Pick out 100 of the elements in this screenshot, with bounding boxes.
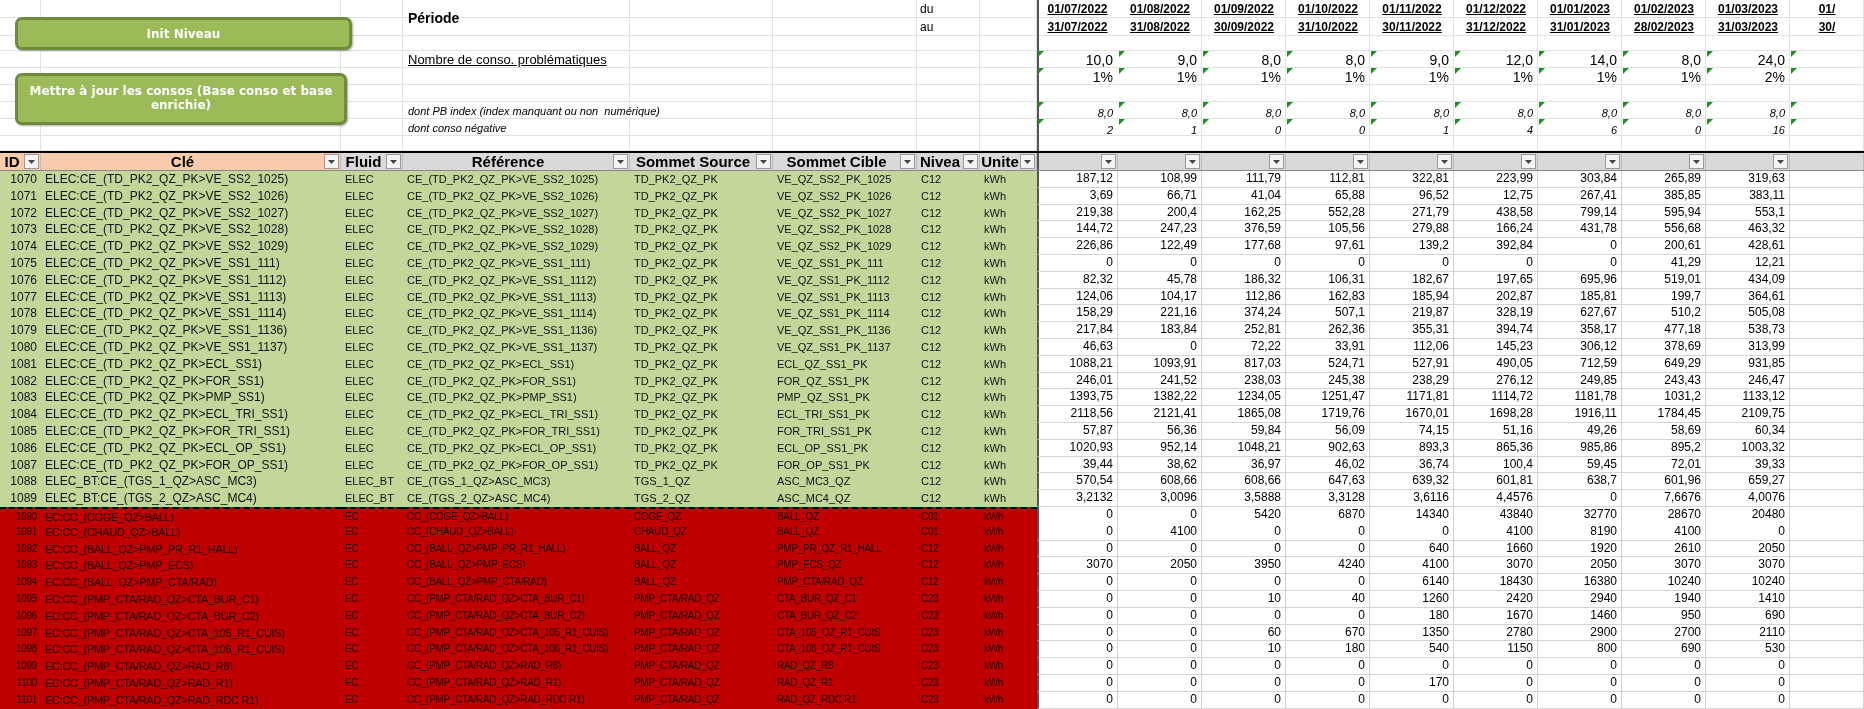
table-cell-text: CTA_BUR_QZ_C1 <box>776 591 858 606</box>
table-cell: 322,81 <box>1370 171 1454 188</box>
filter-dropdown-button[interactable] <box>1605 154 1620 169</box>
filter-dropdown-button[interactable] <box>1437 154 1452 169</box>
table-cell: 2121,41 <box>1118 406 1202 423</box>
table-cell: 252,81 <box>1202 322 1286 339</box>
action-button[interactable]: Init Niveau <box>15 17 352 50</box>
caret-icon <box>1777 159 1784 164</box>
filter-dropdown-button[interactable] <box>756 154 771 169</box>
table-cell: 166,24 <box>1454 221 1538 239</box>
table-cell-text: 1100 <box>15 675 38 690</box>
table-cell-text: ELEC <box>344 272 375 288</box>
table-cell: 0 <box>1202 658 1286 675</box>
table-cell: 262,36 <box>1286 322 1370 339</box>
table-cell-text: kWh <box>983 188 1007 204</box>
table-cell-text: ELEC <box>344 205 375 221</box>
caret-icon <box>617 159 624 164</box>
filter-dropdown-button[interactable] <box>1185 154 1200 169</box>
table-cell-text: RAD_QZ_R8 <box>776 659 835 674</box>
table-cell-text: ELEC:CE_(TD_PK2_QZ_PK>ECL_TRI_SS1) <box>44 406 290 423</box>
table-cell-text: CE_(TGS_2_QZ>ASC_MC4) <box>406 491 552 507</box>
table-cell: 0 <box>1370 658 1454 675</box>
table-cell-text: 1096 <box>14 608 38 623</box>
table-cell: 0 <box>1202 574 1286 591</box>
table-cell-text: kWh <box>983 491 1007 507</box>
table-cell: 265,89 <box>1622 171 1706 188</box>
table-cell-text: C12 <box>920 306 943 322</box>
table-cell-text: kWh <box>983 457 1007 473</box>
caret-icon <box>1189 159 1196 164</box>
table-cell-text: PMP_CTA/RAD_QZ <box>633 692 721 707</box>
table-cell: 3070 <box>1622 557 1706 575</box>
filter-dropdown-button[interactable] <box>1353 154 1368 169</box>
table-cell-text: PMP_CTA/RAD_QZ <box>776 575 864 590</box>
filter-dropdown-button[interactable] <box>963 154 978 169</box>
table-cell-text: VE_QZ_SS2_PK_1026 <box>776 188 893 204</box>
table-cell: 3,2132 <box>1037 490 1118 507</box>
table-cell: 570,54 <box>1037 473 1118 491</box>
table-cell-text: 1079 <box>9 322 38 339</box>
summary-value: 8,0 <box>1432 107 1450 119</box>
table-cell: 3,6116 <box>1370 490 1454 507</box>
table-cell-text: kWh <box>983 172 1007 187</box>
table-cell-text: TD_PK2_QZ_PK <box>633 222 719 238</box>
table-cell: 510,2 <box>1622 305 1706 323</box>
table-cell-text: CC_(BALL_QZ>PMP_CTA/RAD) <box>406 575 548 590</box>
table-cell-text: C23 <box>920 675 940 690</box>
table-cell: 3070 <box>1454 557 1538 575</box>
table-cell: 507,1 <box>1286 305 1370 323</box>
table-cell: 1114,72 <box>1454 389 1538 407</box>
filter-dropdown-button[interactable] <box>1101 154 1116 169</box>
period-start-date: 01/02/2023 <box>1632 2 1696 16</box>
filter-dropdown-button[interactable] <box>1773 154 1788 169</box>
filter-dropdown-button[interactable] <box>1020 154 1035 169</box>
table-cell: 0 <box>1037 658 1118 675</box>
period-start-date: 01/10/2022 <box>1296 2 1360 16</box>
table-cell-text: ELEC:CE_(TD_PK2_QZ_PK>VE_SS2_1028) <box>44 221 290 239</box>
filter-dropdown-button[interactable] <box>24 154 39 169</box>
table-cell-text: VE_QZ_SS2_PK_1027 <box>776 205 893 221</box>
filter-dropdown-button[interactable] <box>1521 154 1536 169</box>
table-cell-text: TD_PK2_QZ_PK <box>633 407 719 423</box>
filter-dropdown-button[interactable] <box>1269 154 1284 169</box>
table-cell-text: kWh <box>983 339 1007 355</box>
filter-dropdown-button[interactable] <box>1689 154 1704 169</box>
summary-label: dont PB index (index manquant ou non numérique) <box>407 104 661 117</box>
summary-value: 8,0 <box>1096 107 1114 119</box>
summary-value: 14,0 <box>1588 52 1618 68</box>
filter-dropdown-button[interactable] <box>613 154 628 169</box>
summary-value: 2% <box>1763 69 1786 85</box>
table-cell-text: C12 <box>920 558 940 573</box>
table-cell-text: TD_PK2_QZ_PK <box>633 457 719 473</box>
table-cell-text: kWh <box>983 390 1007 406</box>
table-cell: 428,61 <box>1706 238 1790 255</box>
caret-icon <box>1609 159 1616 164</box>
table-cell-text: FOR_QZ_SS1_PK <box>776 373 871 389</box>
table-cell-text: CE_(TD_PK2_QZ_PK>VE_SS2_1029) <box>406 239 600 255</box>
table-cell: 139,2 <box>1370 238 1454 255</box>
summary-value: 1% <box>1091 69 1114 85</box>
table-cell-text: EC:CC_(BALL_QZ>PMP_ECS) <box>44 558 195 574</box>
table-cell-text: EC <box>344 692 360 707</box>
table-cell: 0 <box>1454 658 1538 675</box>
table-cell-text: CE_(TD_PK2_QZ_PK>ECL_OP_SS1) <box>406 440 598 456</box>
table-cell-text: ECL_QZ_SS1_PK <box>776 356 869 372</box>
table-cell: 2118,56 <box>1037 406 1118 423</box>
table-cell-text: kWh <box>983 558 1005 573</box>
table-cell-text: 1077 <box>9 288 38 306</box>
period-end-date: 31/07/2022 <box>1046 20 1109 34</box>
table-cell-text: VE_QZ_SS1_PK_1137 <box>776 339 892 355</box>
summary-value: 1% <box>1511 69 1534 85</box>
table-cell-text: 1073 <box>9 221 38 239</box>
table-cell-text: CE_(TD_PK2_QZ_PK>VE_SS1_1114) <box>406 306 598 322</box>
filter-dropdown-button[interactable] <box>386 154 401 169</box>
action-button[interactable]: Mettre à jour les consos (Base conso et base enrichie) <box>15 73 347 125</box>
table-cell: 200,61 <box>1622 238 1706 255</box>
filter-dropdown-button[interactable] <box>900 154 915 169</box>
table-cell-text: 1088 <box>9 473 38 491</box>
table-cell: 431,78 <box>1538 221 1622 239</box>
table-cell: 111,79 <box>1202 171 1286 188</box>
table-cell-text: 1101 <box>15 692 38 707</box>
filter-dropdown-button[interactable] <box>324 154 339 169</box>
summary-value: 12,0 <box>1504 52 1534 68</box>
table-cell-text: kWh <box>983 306 1007 322</box>
